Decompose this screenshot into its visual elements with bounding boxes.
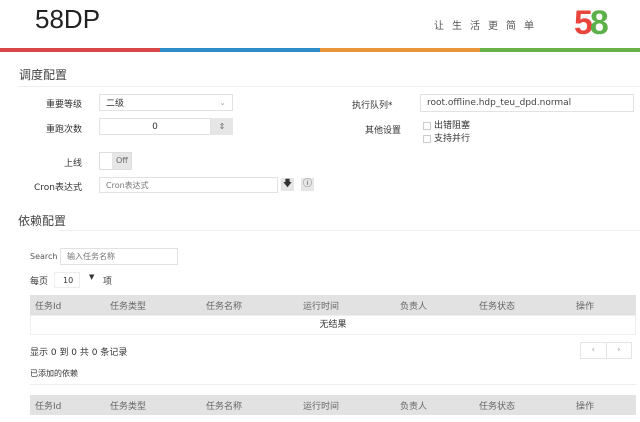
checkbox-parallel[interactable]: 支持并行 bbox=[423, 131, 470, 144]
retry-label: 重跑次数 bbox=[45, 125, 82, 135]
priority-label: 重要等级 bbox=[45, 100, 82, 110]
color-bar-red bbox=[0, 48, 160, 52]
prev-page-button[interactable]: ‹ bbox=[581, 343, 607, 358]
retry-value: 0 bbox=[152, 121, 158, 132]
priority-value: 二级 bbox=[106, 99, 125, 109]
empty-text: 无结果 bbox=[319, 320, 347, 330]
col-header[interactable]: 任务状态 bbox=[479, 299, 515, 312]
col-header[interactable]: 任务Id bbox=[35, 399, 61, 412]
col-header[interactable]: 任务类型 bbox=[110, 399, 146, 412]
slogan: 让生活更简单 bbox=[434, 21, 542, 32]
app-title: 58DP bbox=[35, 4, 101, 34]
checkbox-label: 出错阻塞 bbox=[434, 121, 471, 131]
download-icon[interactable]: 🡇 bbox=[281, 178, 294, 191]
per-page-suffix: 项 bbox=[103, 277, 113, 287]
pagination: ‹ › bbox=[580, 342, 632, 359]
divider bbox=[30, 384, 636, 385]
checkbox[interactable] bbox=[423, 121, 431, 130]
queue-select[interactable]: root.offline.hdp_teu_dpd.normal bbox=[420, 94, 634, 112]
caret-down-icon: ▼ bbox=[89, 273, 95, 281]
color-bar-orange bbox=[320, 48, 480, 52]
col-header[interactable]: 任务状态 bbox=[479, 399, 515, 412]
help-icon[interactable]: ⓘ bbox=[301, 178, 314, 191]
search-label: Search bbox=[30, 252, 58, 261]
added-table-header: 任务Id 任务类型 任务名称 运行时间 负责人 任务状态 操作 bbox=[30, 395, 636, 415]
cron-input[interactable] bbox=[99, 177, 278, 193]
records-summary: 显示 0 到 0 共 0 条记录 bbox=[30, 348, 128, 358]
col-header[interactable]: 任务Id bbox=[35, 299, 61, 312]
checkbox-label: 支持并行 bbox=[434, 134, 471, 144]
retry-spinner[interactable]: ⇕ bbox=[211, 118, 233, 135]
toggle-knob bbox=[100, 153, 112, 169]
divider bbox=[60, 230, 640, 231]
col-header[interactable]: 操作 bbox=[576, 299, 594, 312]
queue-value: root.offline.hdp_teu_dpd.normal bbox=[427, 98, 572, 108]
next-page-button[interactable]: › bbox=[607, 343, 632, 358]
online-toggle[interactable]: Off bbox=[99, 152, 132, 170]
table-header: 任务Id 任务类型 任务名称 运行时间 负责人 任务状态 操作 bbox=[30, 295, 636, 315]
color-bar-green bbox=[480, 48, 640, 52]
col-header[interactable]: 负责人 bbox=[400, 299, 427, 312]
cron-label: Cron表达式 bbox=[34, 183, 82, 193]
per-page-label: 每页 bbox=[30, 277, 49, 287]
retry-input[interactable]: 0 bbox=[99, 118, 211, 135]
per-page-select[interactable]: 10 bbox=[54, 272, 80, 288]
chevron-down-icon: ⌄ bbox=[219, 98, 226, 107]
col-header[interactable]: 运行时间 bbox=[303, 399, 339, 412]
search-input[interactable] bbox=[60, 248, 178, 265]
checkbox[interactable] bbox=[423, 134, 431, 143]
other-settings-label: 其他设置 bbox=[365, 126, 402, 136]
priority-select[interactable]: 二级 ⌄ bbox=[99, 94, 233, 111]
col-header[interactable]: 运行时间 bbox=[303, 299, 339, 312]
col-header[interactable]: 任务名称 bbox=[206, 299, 242, 312]
color-bar-blue bbox=[160, 48, 320, 52]
col-header[interactable]: 任务类型 bbox=[110, 299, 146, 312]
toggle-state: Off bbox=[116, 156, 128, 165]
queue-label: 执行队列* bbox=[352, 101, 393, 111]
table-empty-row: 无结果 bbox=[30, 315, 636, 335]
col-header[interactable]: 任务名称 bbox=[206, 399, 242, 412]
section-deps-title: 依赖配置 bbox=[18, 214, 67, 228]
online-label: 上线 bbox=[63, 159, 82, 169]
checkbox-error-block[interactable]: 出错阻塞 bbox=[423, 118, 470, 131]
section-schedule-title: 调度配置 bbox=[19, 68, 68, 82]
col-header[interactable]: 负责人 bbox=[400, 399, 427, 412]
added-deps-title: 已添加的依赖 bbox=[30, 369, 78, 378]
per-page-value: 10 bbox=[63, 276, 74, 285]
brand-logo: 58 bbox=[574, 4, 609, 42]
col-header[interactable]: 操作 bbox=[576, 399, 594, 412]
divider bbox=[18, 86, 640, 87]
